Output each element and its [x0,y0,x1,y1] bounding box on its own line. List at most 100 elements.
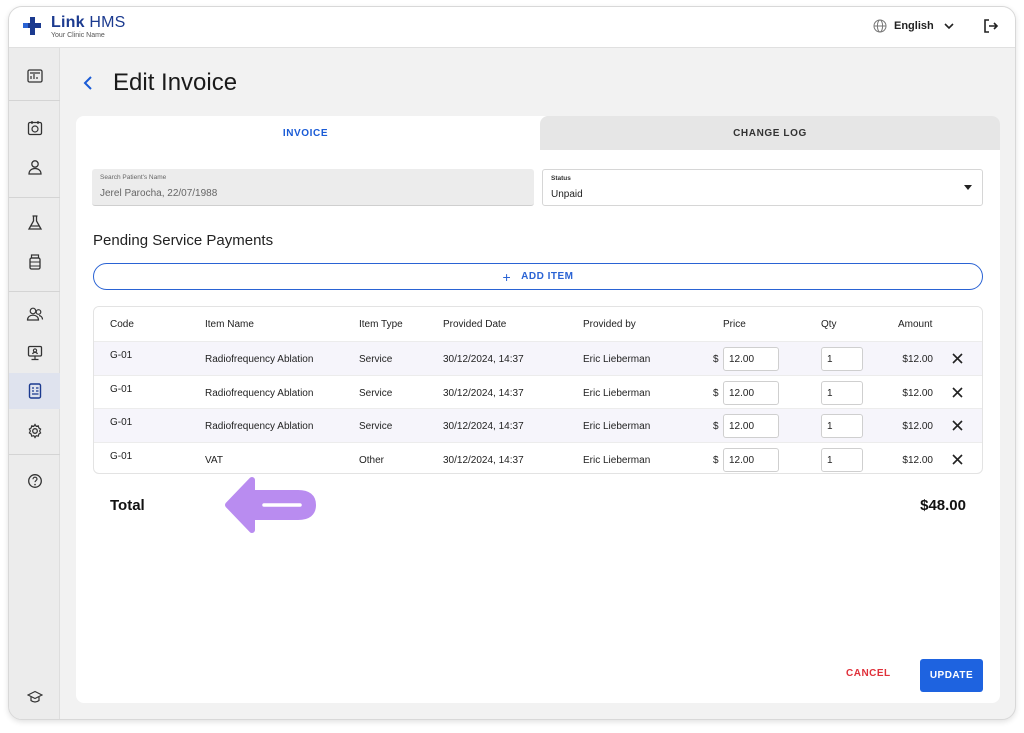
globe-icon [873,19,887,33]
price-input[interactable]: 12.00 [723,347,779,371]
calendar-icon [27,121,42,136]
cell-item-type: Other [359,454,385,466]
sidebar-item-pharmacy[interactable] [9,244,60,280]
close-icon[interactable] [952,420,963,431]
table-header: Code Item Name Item Type Provided Date P… [94,307,982,341]
chevron-down-icon [944,23,954,30]
qty-input[interactable]: 1 [821,414,863,438]
gear-icon [28,423,41,439]
cell-provided-date: 30/12/2024, 14:37 [443,454,524,466]
medicine-bottle-icon [28,254,41,270]
cell-item-name: VAT [205,454,223,466]
sidebar-item-invoices[interactable] [9,373,60,409]
page-title: Edit Invoice [113,69,238,96]
patient-search-field[interactable]: Search Patient's Name Jerel Parocha, 22/… [92,169,534,206]
table-row: G-01 VAT Other 30/12/2024, 14:37 Eric Lieber… [94,441,982,474]
sidebar-item-laboratory[interactable] [9,205,60,241]
app-name-bold: Link [51,14,85,31]
update-button[interactable]: UPDATE [920,659,983,692]
cancel-button[interactable]: CANCEL [846,668,891,679]
medical-cross-logo-icon [23,17,41,35]
cell-item-type: Service [359,387,393,399]
price-input[interactable]: 12.00 [723,380,779,405]
app-subtitle: Your Clinic Name [51,32,105,39]
price-input[interactable]: 12.00 [723,414,779,438]
language-selector[interactable]: English [873,19,954,33]
sidebar [9,48,60,719]
lab-flask-icon [27,215,42,230]
dashboard-icon [26,69,43,83]
page-header: Edit Invoice [83,69,237,97]
status-field-value: Unpaid [551,189,583,200]
patient-field-label: Search Patient's Name [100,174,167,181]
table-row: G-01 Radiofrequency Ablation Service 30/12/… [94,374,982,409]
sidebar-item-patients[interactable] [9,149,60,185]
close-icon[interactable] [952,386,963,398]
qty-input[interactable]: 1 [821,347,863,371]
header-price: Price [723,319,746,330]
total-label: Total [110,497,145,514]
invoice-card: INVOICE CHANGE LOG Search Patient's Name… [76,116,1000,703]
app-window: Link HMS Your Clinic Name English Edit I… [8,6,1016,720]
cell-item-name: Radiofrequency Ablation [205,387,314,399]
tab-change-log[interactable]: CHANGE LOG [540,116,1000,150]
total-value: $48.00 [920,497,966,514]
currency-symbol: $ [713,454,719,466]
staff-icon [26,307,43,321]
section-title: Pending Service Payments [93,232,274,249]
close-icon[interactable] [952,353,963,364]
header-amount: Amount [898,319,933,330]
sidebar-item-settings[interactable] [9,413,60,449]
tab-invoice[interactable]: INVOICE [76,116,535,150]
back-button[interactable] [83,71,99,95]
cell-provided-by: Eric Lieberman [583,354,651,365]
annotation-arrow-icon [225,477,316,533]
help-icon [27,474,42,488]
cell-amount: $12.00 [902,354,933,365]
cell-provided-date: 30/12/2024, 14:37 [443,421,524,432]
user-icon [27,160,42,175]
status-field-label: Status [551,175,571,182]
add-item-button[interactable]: + ADD ITEM [93,263,983,290]
cell-code: G-01 [110,383,133,395]
sidebar-item-dashboard[interactable] [9,58,60,94]
header-provided-by: Provided by [583,319,636,330]
logout-button[interactable] [983,18,999,39]
header-provided-date: Provided Date [443,319,507,330]
qty-input[interactable]: 1 [821,447,863,472]
monitor-icon [27,345,42,361]
sidebar-item-appointments[interactable] [9,110,60,146]
language-label: English [894,20,934,32]
qty-input[interactable]: 1 [821,380,863,405]
cell-amount: $12.00 [902,454,933,466]
tab-bar: INVOICE CHANGE LOG [76,116,1000,150]
sidebar-item-help[interactable] [9,463,60,499]
cell-provided-date: 30/12/2024, 14:37 [443,387,524,399]
cell-item-type: Service [359,354,393,365]
sidebar-item-staff[interactable] [9,296,60,332]
header-code: Code [110,319,134,330]
table-row: G-01 Radiofrequency Ablation Service 30/12/… [94,341,982,375]
logout-icon [984,19,999,33]
app-name: HMS [89,14,126,31]
sidebar-item-telemedicine[interactable] [9,335,60,371]
table-row: G-01 Radiofrequency Ablation Service 30/12/… [94,408,982,442]
close-icon[interactable] [952,453,963,465]
status-select[interactable]: Status Unpaid [542,169,983,206]
cell-provided-by: Eric Lieberman [583,387,651,399]
plus-icon: + [502,268,512,285]
currency-symbol: $ [713,354,719,365]
cell-provided-date: 30/12/2024, 14:37 [443,354,524,365]
invoice-icon [28,383,41,399]
app-logo[interactable]: Link HMS Your Clinic Name [23,15,126,39]
header-item-name: Item Name [205,319,254,330]
price-input[interactable]: 12.00 [723,447,779,472]
cell-provided-by: Eric Lieberman [583,454,651,466]
currency-symbol: $ [713,421,719,432]
header-item-type: Item Type [359,319,403,330]
chevron-left-icon [83,76,92,90]
cell-code: G-01 [110,350,133,361]
cell-provided-by: Eric Lieberman [583,421,651,432]
sidebar-item-training[interactable] [9,679,60,715]
header-qty: Qty [821,319,837,330]
